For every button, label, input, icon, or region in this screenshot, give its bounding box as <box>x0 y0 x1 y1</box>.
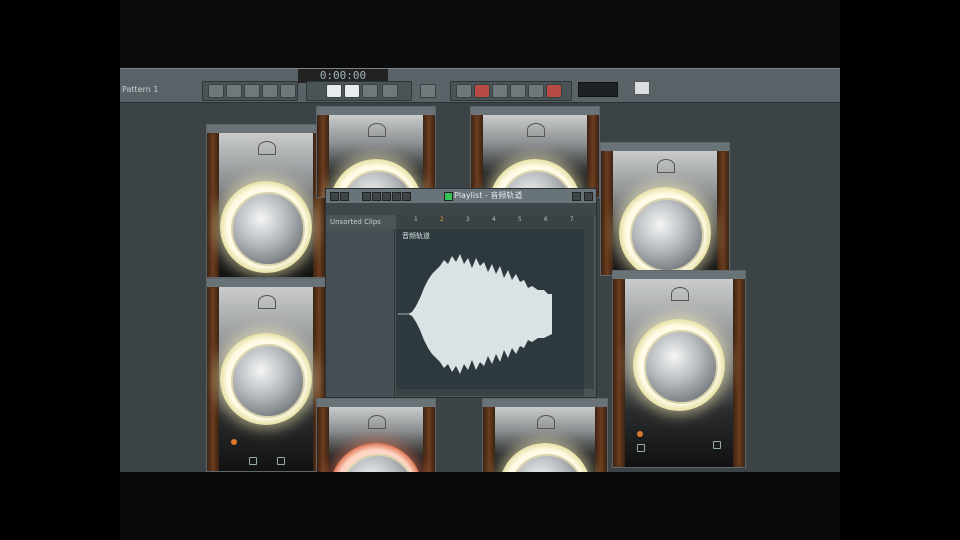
plugin-window-8[interactable] <box>482 398 608 476</box>
ruler-marker: 1 <box>414 216 418 223</box>
play-button[interactable] <box>326 84 342 98</box>
snap-button-3[interactable] <box>492 84 508 98</box>
record-button[interactable] <box>362 84 378 98</box>
horizontal-scrollbar[interactable] <box>396 389 584 396</box>
daw-screen: 0:00:00 Pattern 1 Playlist - 音频轨道 Unsort… <box>120 0 840 540</box>
pattern-selector[interactable]: Pattern 1 <box>122 83 192 97</box>
snap-button-6[interactable] <box>546 84 562 98</box>
brand-logo-icon <box>537 415 555 429</box>
glow-ring <box>633 319 725 411</box>
main-knob[interactable] <box>231 344 305 418</box>
snap-button-4[interactable] <box>510 84 526 98</box>
browser-icon[interactable] <box>634 81 650 95</box>
status-led-icon <box>637 431 643 437</box>
tool-button-2[interactable] <box>226 84 242 98</box>
draw-tool-icon[interactable] <box>362 192 371 201</box>
minimize-icon[interactable] <box>572 192 581 201</box>
brand-logo-icon <box>657 159 675 173</box>
main-toolbar: 0:00:00 Pattern 1 <box>120 68 840 103</box>
mute-tool-icon[interactable] <box>392 192 401 201</box>
playlist-titlebar[interactable]: Playlist - 音频轨道 <box>326 189 596 203</box>
ruler-marker: 6 <box>544 216 548 223</box>
plugin-window-5[interactable] <box>206 278 326 472</box>
playlist-window[interactable]: Playlist - 音频轨道 Unsorted Clips 1 2 3 4 5… <box>325 188 597 398</box>
tool-button-3[interactable] <box>244 84 260 98</box>
ruler-marker: 5 <box>518 216 522 223</box>
bottom-area <box>120 472 840 540</box>
brand-logo-icon <box>527 123 545 137</box>
brand-logo-icon <box>258 295 276 309</box>
playlist-status-icon <box>444 192 453 201</box>
plugin-titlebar[interactable] <box>483 399 607 407</box>
glow-ring <box>220 181 312 273</box>
plugin-window-7[interactable] <box>316 398 436 476</box>
ruler-marker: 4 <box>492 216 496 223</box>
track-group-label[interactable]: Unsorted Clips <box>330 218 381 226</box>
small-switch-icon[interactable] <box>249 457 257 465</box>
brand-logo-icon <box>368 123 386 137</box>
letterbox-right <box>840 0 960 540</box>
main-knob[interactable] <box>231 192 305 266</box>
brand-logo-icon <box>258 141 276 155</box>
brand-logo-icon <box>368 415 386 429</box>
plugin-titlebar[interactable] <box>317 399 435 407</box>
small-switch-icon[interactable] <box>637 444 645 452</box>
small-switch-icon[interactable] <box>713 441 721 449</box>
tool-button-4[interactable] <box>262 84 278 98</box>
plugin-titlebar[interactable] <box>207 125 325 133</box>
status-led-icon <box>231 439 237 445</box>
stop-button[interactable] <box>344 84 360 98</box>
plugin-titlebar[interactable] <box>317 107 435 115</box>
audio-waveform[interactable] <box>398 244 582 384</box>
glow-ring <box>220 333 312 425</box>
plugin-titlebar[interactable] <box>207 279 325 287</box>
snap-button-2[interactable] <box>474 84 490 98</box>
timeline-ruler[interactable]: 1 2 3 4 5 6 7 <box>396 215 584 229</box>
small-switch-icon[interactable] <box>277 457 285 465</box>
tool-button-5[interactable] <box>280 84 296 98</box>
ruler-marker-current: 2 <box>440 216 444 223</box>
delete-tool-icon[interactable] <box>382 192 391 201</box>
playlist-title: Playlist - 音频轨道 <box>454 191 523 200</box>
plugin-window-2[interactable] <box>316 106 436 198</box>
plugin-titlebar[interactable] <box>601 143 729 151</box>
glow-ring <box>619 187 711 275</box>
plugin-titlebar[interactable] <box>471 107 599 115</box>
snap-button-1[interactable] <box>456 84 472 98</box>
snap-button-5[interactable] <box>528 84 544 98</box>
menu-icon[interactable] <box>330 192 339 201</box>
paint-tool-icon[interactable] <box>372 192 381 201</box>
plugin-window-4[interactable] <box>600 142 730 276</box>
tool-button-1[interactable] <box>208 84 224 98</box>
audio-clip-label: 音频轨道 <box>402 232 430 240</box>
playlist-toolbar <box>326 203 596 215</box>
close-icon[interactable] <box>584 192 593 201</box>
brand-logo-icon <box>671 287 689 301</box>
plugin-window-1[interactable] <box>206 124 326 278</box>
plugin-titlebar[interactable] <box>613 271 745 279</box>
letterbox-left <box>0 0 120 540</box>
plugin-window-3[interactable] <box>470 106 600 198</box>
plugin-window-6[interactable] <box>612 270 746 468</box>
track-list[interactable] <box>326 229 395 397</box>
pin-icon[interactable] <box>340 192 349 201</box>
song-mode-button[interactable] <box>382 84 398 98</box>
ruler-marker: 7 <box>570 216 574 223</box>
main-knob[interactable] <box>644 330 718 404</box>
main-knob[interactable] <box>630 198 704 272</box>
ruler-marker: 3 <box>466 216 470 223</box>
vertical-scrollbar[interactable] <box>584 215 594 389</box>
slip-tool-icon[interactable] <box>402 192 411 201</box>
tempo-button[interactable] <box>420 84 436 98</box>
cpu-meter <box>578 82 618 97</box>
